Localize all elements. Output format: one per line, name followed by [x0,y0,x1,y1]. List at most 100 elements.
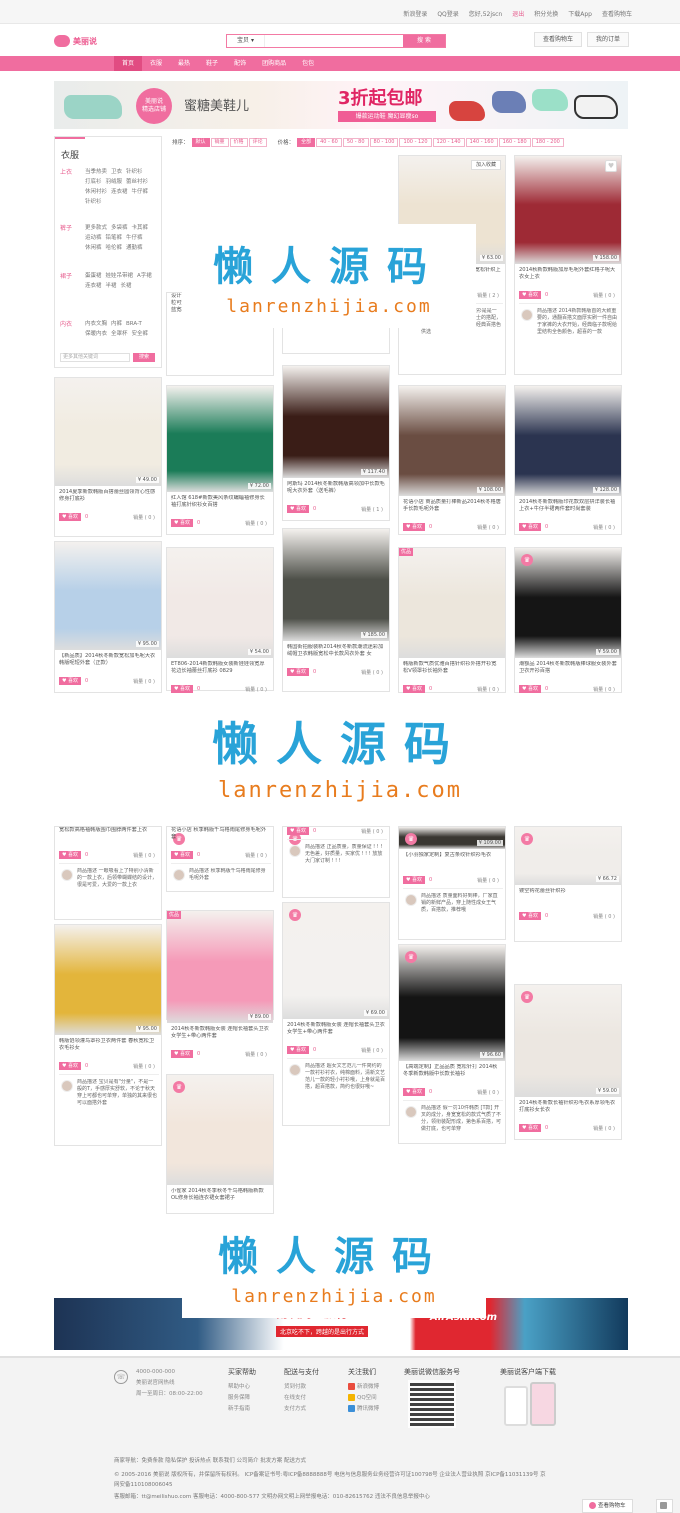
avatar[interactable] [289,845,301,857]
avatar[interactable] [405,1106,417,1118]
fixed-cart-button[interactable]: 查看购物车 [582,1499,633,1513]
product-card[interactable]: ¥ 108.00 花语小店 商品质量打棒新品2014秋冬格唐手长款毛呢外套 ♥ 喜欢… [398,385,506,535]
like-button[interactable]: ♥ 喜欢 [171,519,193,527]
product-image[interactable] [55,925,161,1035]
product-image[interactable] [55,542,161,650]
product-image[interactable] [515,985,621,1097]
footer-link[interactable]: QQ空间 [348,1393,379,1404]
footer-link[interactable]: 腾讯微博 [348,1404,379,1415]
footer-link[interactable]: 货到付款 [284,1382,319,1393]
product-title[interactable]: 宽松款高格袖韩版围巾围脖两件套上衣 [59,827,157,849]
like-button[interactable]: ♥ 喜欢 [519,1124,541,1132]
like-button[interactable]: ♥ 喜欢 [171,1050,193,1058]
product-title[interactable]: 阿斯玛 2014秋冬新款韩版高领加中长款毛呢大衣外套（送毛裤） [287,481,385,503]
product-image[interactable] [167,548,273,658]
like-button[interactable]: ♥ 喜欢 [403,876,425,884]
like-button[interactable]: ♥ 喜欢 [287,668,309,676]
like-button[interactable]: ♥ 喜欢 [519,291,541,299]
product-card[interactable]: ¥ 59.00 ♛ 潮额品 2014秋冬新款韩版棒球服女装外套 卫衣开衫百搭 ♥ 喜欢… [514,547,622,693]
product-card[interactable]: ¥ 109.00 ♛ 【小羽独家定制】复古条纹针织衫毛衣 ♥ 喜欢 0 销量 ( 0 ) 商… [398,826,506,940]
product-image[interactable] [399,386,505,496]
heart-icon[interactable]: ♥ [605,160,617,172]
product-image[interactable] [515,156,621,264]
product-title[interactable]: 韩国街拍服装新2014秋冬新款潮流迷彩加绒帽卫衣韩版宽松中长款风衣外套 女 [287,644,385,666]
footer-merchant-links[interactable]: 商家导航：免费条款 隐私保护 投诉热点 联系我们 公司简介 批发方案 配送方式 [114,1456,306,1464]
like-button[interactable]: ♥ 喜欢 [59,851,81,859]
product-image[interactable] [167,911,273,1023]
product-image[interactable] [283,903,389,1019]
like-button[interactable]: ♥ 喜欢 [403,685,425,693]
like-button[interactable]: ♥ 喜欢 [519,523,541,531]
product-card[interactable]: ¥ 158.00 ♥ 2014秋新款韩版加厚毛呢外套红格子呢大衣女上衣 ♥ 喜欢 0 销量… [514,155,622,375]
product-title[interactable]: 2014秋冬新款韩版女装 连帽长袖套头卫衣女学生+带心两件套 [171,1026,269,1048]
like-button[interactable]: ♥ 喜欢 [171,685,193,693]
product-title[interactable]: 2014秋新款韩版加厚毛呢外套红格子呢大衣女上衣 [519,267,617,289]
product-title[interactable]: ET806-2014新款韩版女装新娃娃领宽厚花边长袖蕾丝打底衫 0829 [171,661,269,683]
product-title[interactable]: 花语小店 商品质量打棒新品2014秋冬格唐手长款毛呢外套 [403,499,501,521]
like-button[interactable]: ♥ 喜欢 [287,505,309,513]
product-image[interactable] [399,548,505,658]
like-button[interactable]: ♥ 喜欢 [59,1062,81,1070]
back-to-top-button[interactable] [656,1499,673,1513]
product-title[interactable]: 2014秋冬新款长袖针织衫毛衣系厚领毛衣打底衫女长衣 [519,1100,617,1122]
like-button[interactable]: ♥ 喜欢 [287,827,309,835]
product-title[interactable]: 【高端定制】正品品质 宽松针打 2014秋冬季新款韩版中长款长袖衫 [403,1064,501,1086]
product-card[interactable]: ¥ 117.40 阿斯玛 2014秋冬新款韩版高领加中长款毛呢大衣外套（送毛裤） ♥… [282,365,390,521]
like-button[interactable]: ♥ 喜欢 [171,851,193,859]
product-title[interactable]: 红人馆 618#新款美风条纹蝙蝠袖修身长袖打底针织衫女百搭 [171,495,269,517]
product-title[interactable]: 2014秋冬新款韩版女装 连帽长袖套头卫衣女学生+带心两件套 [287,1022,385,1044]
product-card[interactable]: ¥ 89.00 优品 2014秋冬新款韩版女装 连帽长袖套头卫衣女学生+带心两件套 ♥… [166,910,274,1058]
product-card[interactable]: ¥ 95.00 【新品质】2014秋冬新款宽松加毛呢大衣韩版呢短外套（正款） ♥ 喜… [54,541,162,693]
product-image[interactable] [283,366,389,478]
product-title[interactable]: 【新品质】2014秋冬新款宽松加毛呢大衣韩版呢短外套（正款） [59,653,157,675]
avatar[interactable] [289,1064,301,1076]
footer-link[interactable]: 新浪微博 [348,1382,379,1393]
avatar[interactable] [61,869,73,881]
product-card[interactable]: 优品 韩版新款气质优雅百搭针织衫外搭开衫宽松V领罩衫长袖外套 ♥ 喜欢 0 销量 ( 0… [398,547,506,693]
product-title[interactable]: 韩版馅领灌鸟罩衫卫衣两件套 春秋宽松卫衣毛衫女 [59,1038,157,1060]
like-button[interactable]: ♥ 喜欢 [59,677,81,685]
footer-link[interactable]: 服务保障 [228,1393,256,1404]
product-image[interactable] [283,529,389,641]
product-card[interactable]: ¥ 49.00 2014夏季新款韩版百搭蕾丝圆领背心性感修身打底衫 ♥ 喜欢 0 销量 … [54,377,162,537]
like-button[interactable]: ♥ 喜欢 [59,513,81,521]
product-card[interactable]: ♛ 小雀家 2014秋冬季秋冬千鸟格韩版新款OL修身长袖连衣裙女套裙子 [166,1074,274,1214]
product-image[interactable] [167,386,273,492]
avatar[interactable] [405,894,417,906]
like-button[interactable]: ♥ 喜欢 [403,523,425,531]
like-button[interactable]: ♥ 喜欢 [403,1088,425,1096]
like-button[interactable]: ♥ 喜欢 [519,685,541,693]
avatar[interactable] [61,1080,73,1092]
product-image[interactable] [515,386,621,496]
product-title[interactable]: 潮额品 2014秋冬新款韩版棒球服女装外套 卫衣开衫百搭 [519,661,617,683]
product-card[interactable]: ¥ 66.72 ♛ 镂空钩花蕾丝针织衫 ♥ 喜欢 0 销量 ( 0 ) [514,826,622,942]
product-title[interactable]: 花语小店 秋季韩版千鸟格雨尾修身毛呢外套 [171,827,269,849]
product-title[interactable]: 2014秋冬新款韩版印花款双层拼洋装长袖上衣+牛仔半裙两件套时尚套装 [519,499,617,521]
footer-link[interactable]: 支付方式 [284,1404,319,1415]
add-favorite-button[interactable]: 加入收藏 [470,160,501,170]
like-button[interactable]: ♥ 喜欢 [519,912,541,920]
avatar[interactable] [521,309,533,321]
product-title[interactable]: 【小羽独家定制】复古条纹针织衫毛衣 [403,852,501,874]
avatar[interactable] [173,869,185,881]
product-image[interactable] [399,945,505,1061]
product-card[interactable]: ♛ ♥ 喜欢 0 销量 ( 0 ) 商品描述 正品质量，质量保证 ! ! ! 无色差，好… [282,826,390,898]
product-card[interactable]: ¥ 96.60 ♛ 【高端定制】正品品质 宽松针打 2014秋冬季新款韩版中长款长袖… [398,944,506,1144]
product-card[interactable]: ¥ 95.00 韩版馅领灌鸟罩衫卫衣两件套 春秋宽松卫衣毛衫女 ♥ 喜欢 0 销量 ( … [54,924,162,1146]
product-title[interactable]: 韩版新款气质优雅百搭针织衫外搭开衫宽松V领罩衫长袖外套 [403,661,501,683]
product-image[interactable] [55,378,161,486]
product-card[interactable]: ¥ 128.00 2014秋冬新款韩版印花款双层拼洋装长袖上衣+牛仔半裙两件套时尚… [514,385,622,535]
footer-link[interactable]: 在线支付 [284,1393,319,1404]
product-card[interactable]: ¥ 69.00 ♛ 2014秋冬新款韩版女装 连帽长袖套头卫衣女学生+带心两件套 ♥ … [282,902,390,1126]
product-card[interactable]: ¥ 54.00 ET806-2014新款韩版女装新娃娃领宽厚花边长袖蕾丝打底衫 0… [166,547,274,693]
product-title[interactable]: 镂空钩花蕾丝针织衫 [519,888,617,910]
product-card[interactable]: ¥ 185.00 韩国街拍服装新2014秋冬新款潮流迷彩加绒帽卫衣韩版宽松中长款风… [282,528,390,692]
product-card[interactable]: 宽松款高格袖韩版围巾围脖两件套上衣 ♥ 喜欢 0 销量 ( 0 ) 商品描述 一眼吸看上… [54,826,162,920]
app-phones-image[interactable] [500,1380,564,1428]
product-title[interactable]: 小雀家 2014秋冬季秋冬千鸟格韩版新款OL修身长袖连衣裙女套裙子 [171,1188,269,1211]
footer-link[interactable]: 帮助中心 [228,1382,256,1393]
product-card[interactable]: ¥ 59.00 ♛ 2014秋冬新款长袖针织衫毛衣系厚领毛衣打底衫女长衣 ♥ 喜欢 0 销… [514,984,622,1140]
product-card[interactable]: ♛ 花语小店 秋季韩版千鸟格雨尾修身毛呢外套 ♥ 喜欢 0 销量 ( 0 ) 商品描述 秋… [166,826,274,892]
product-card[interactable]: ¥ 72.00 红人馆 618#新款美风条纹蝙蝠袖修身长袖打底针织衫女百搭 ♥ 喜欢… [166,385,274,535]
footer-link[interactable]: 新手指南 [228,1404,256,1415]
